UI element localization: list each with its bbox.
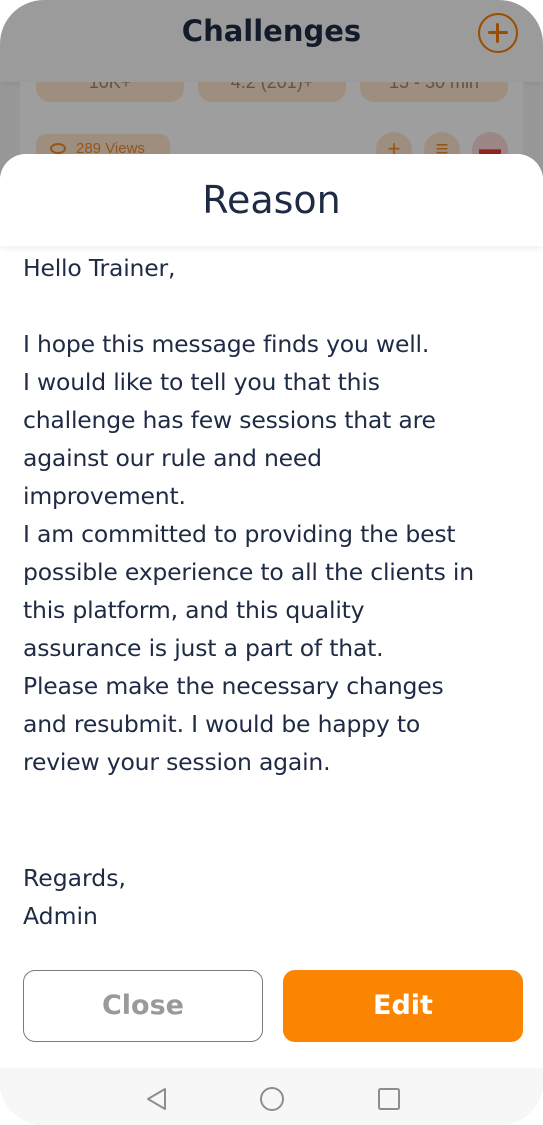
message-line: and resubmit. I would be happy to: [23, 710, 421, 738]
greeting-text: Hello Trainer,: [23, 254, 176, 282]
reason-message: Hello Trainer, I hope this message finds…: [23, 249, 528, 781]
sheet-header: Reason: [0, 154, 543, 246]
signature-text: Admin: [23, 902, 98, 930]
message-line: I hope this message finds you well.: [23, 330, 430, 358]
message-line: this platform, and this quality: [23, 596, 365, 624]
home-circle-icon[interactable]: [259, 1086, 285, 1112]
edit-button[interactable]: Edit: [283, 970, 523, 1042]
regards-text: Regards,: [23, 864, 126, 892]
sheet-title: Reason: [202, 178, 341, 222]
recents-square-icon[interactable]: [376, 1086, 402, 1112]
message-line: challenge has few sessions that are: [23, 406, 436, 434]
message-line: against our rule and need: [23, 444, 322, 472]
message-line: improvement.: [23, 482, 186, 510]
reason-sheet: Reason Hello Trainer, I hope this messag…: [0, 154, 543, 1125]
close-button[interactable]: Close: [23, 970, 263, 1042]
back-triangle-icon[interactable]: [144, 1086, 170, 1112]
system-nav-bar: [0, 1068, 543, 1125]
message-line: I am committed to providing the best: [23, 520, 456, 548]
message-line: assurance is just a part of that.: [23, 634, 384, 662]
phone-screen: Challenges 10K+ 4.2 (201)+ 15 - 30 min 2…: [0, 0, 543, 1125]
message-line: I would like to tell you that this: [23, 368, 380, 396]
message-line: review your session again.: [23, 748, 331, 776]
message-line: possible experience to all the clients i…: [23, 558, 474, 586]
sign-off: Regards, Admin: [23, 859, 423, 935]
message-line: Please make the necessary changes: [23, 672, 444, 700]
